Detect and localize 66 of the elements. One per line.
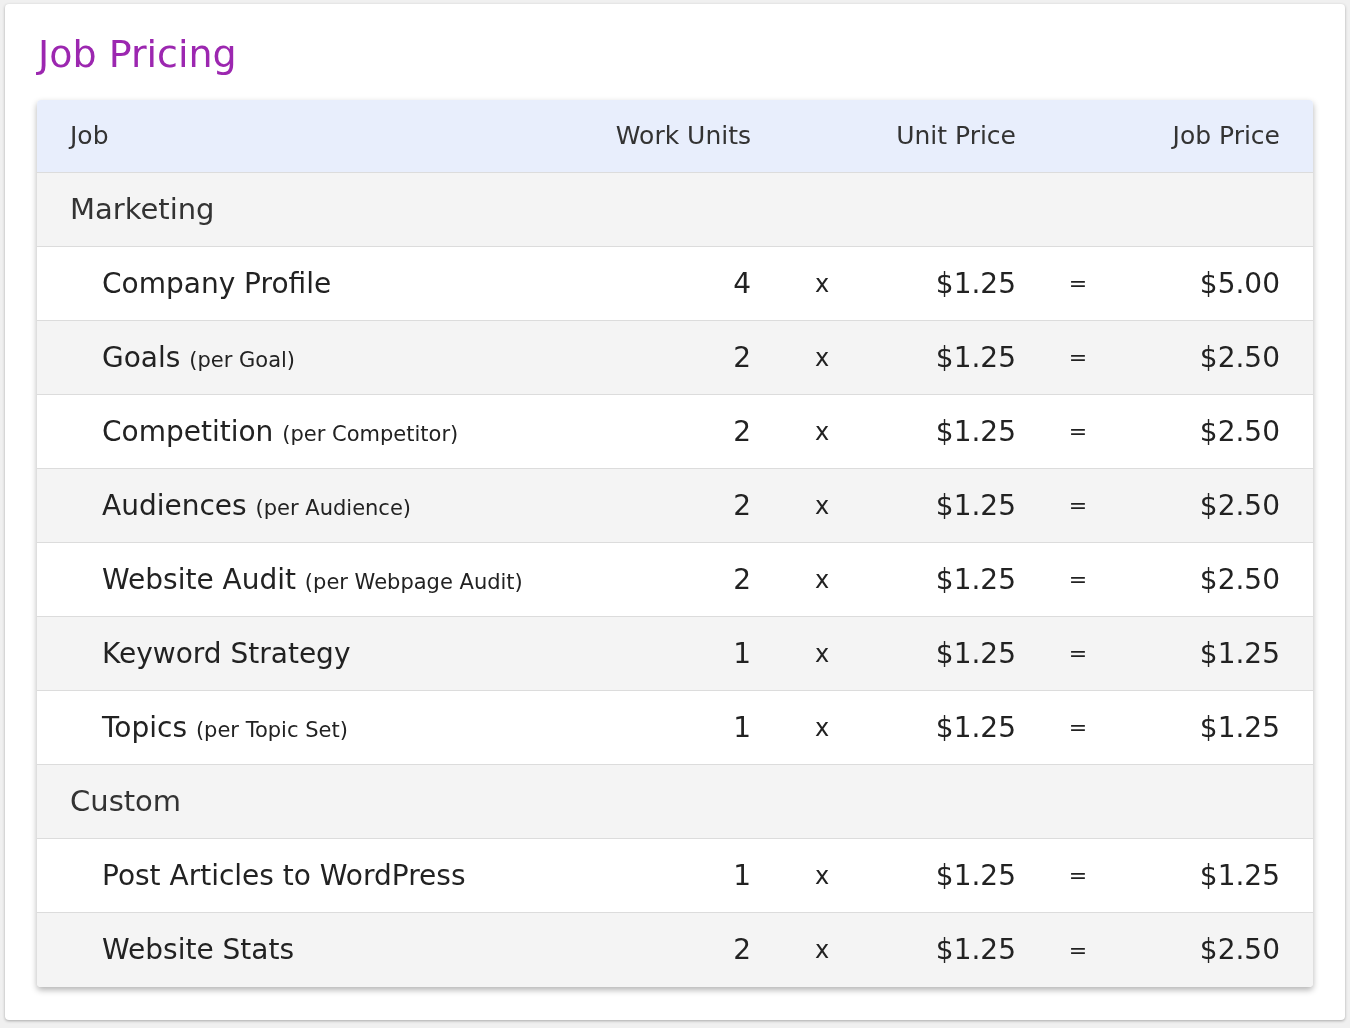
unit-price: $1.25 xyxy=(935,709,1016,746)
job-price: $2.50 xyxy=(1199,487,1280,524)
column-header: Job xyxy=(70,121,109,151)
job-name: Competition xyxy=(102,414,274,448)
job-price: $5.00 xyxy=(1199,265,1280,302)
work-units: 2 xyxy=(733,487,751,524)
work-units: 1 xyxy=(733,635,751,672)
job-name: Keyword Strategy xyxy=(102,636,351,670)
unit-price: $1.25 xyxy=(935,265,1016,302)
group-label: Marketing xyxy=(70,190,215,228)
times-sign: x xyxy=(814,416,830,448)
work-units: 4 xyxy=(733,265,751,302)
group-label: Custom xyxy=(70,782,182,820)
job-name: Website Stats xyxy=(102,933,294,966)
column-header: Job Price xyxy=(1172,120,1280,153)
times-sign: x xyxy=(814,342,830,374)
unit-price: $1.25 xyxy=(935,561,1016,598)
unit-price: $1.25 xyxy=(935,487,1016,524)
work-units: 1 xyxy=(733,709,751,746)
job-name: Audiences xyxy=(102,488,247,522)
job-note: (per Goal) xyxy=(189,347,296,372)
work-units: 2 xyxy=(733,339,751,376)
job-name: Website Audit xyxy=(102,562,296,596)
job-name: Goals xyxy=(102,340,181,374)
job-note: (per Webpage Audit) xyxy=(304,569,523,594)
times-sign: x xyxy=(814,564,830,596)
work-units: 2 xyxy=(733,413,751,450)
job-name: Post Articles to WordPress xyxy=(102,858,466,892)
times-sign: x xyxy=(814,860,830,892)
unit-price: $1.25 xyxy=(935,635,1016,672)
equals-sign: = xyxy=(1068,270,1088,298)
times-sign: x xyxy=(814,268,830,300)
job-price: $2.50 xyxy=(1199,339,1280,376)
work-units: 2 xyxy=(733,932,751,968)
times-sign: x xyxy=(814,490,830,522)
times-sign: x xyxy=(814,935,830,966)
equals-sign: = xyxy=(1068,418,1088,446)
job-price: $2.50 xyxy=(1199,932,1280,968)
times-sign: x xyxy=(814,712,830,744)
equals-sign: = xyxy=(1068,936,1088,965)
unit-price: $1.25 xyxy=(935,932,1016,968)
column-header: Unit Price xyxy=(896,120,1016,153)
column-header: Work Units xyxy=(615,120,751,153)
job-note: (per Competitor) xyxy=(282,421,459,446)
times-sign: x xyxy=(814,638,830,670)
job-price: $2.50 xyxy=(1199,413,1280,450)
job-price: $1.25 xyxy=(1199,709,1280,746)
job-name: Company Profile xyxy=(102,266,332,300)
job-note: (per Audience) xyxy=(255,495,412,520)
unit-price: $1.25 xyxy=(935,413,1016,450)
job-note: (per Topic Set) xyxy=(195,717,348,742)
page-title: Job Pricing xyxy=(38,31,237,78)
job-name: Topics xyxy=(102,710,187,744)
job-price: $1.25 xyxy=(1199,635,1280,672)
work-units: 2 xyxy=(733,561,751,598)
equals-sign: = xyxy=(1068,492,1088,520)
equals-sign: = xyxy=(1068,862,1088,890)
equals-sign: = xyxy=(1068,714,1088,742)
job-price: $1.25 xyxy=(1199,857,1280,894)
job-price: $2.50 xyxy=(1199,561,1280,598)
unit-price: $1.25 xyxy=(935,857,1016,894)
equals-sign: = xyxy=(1068,344,1088,372)
equals-sign: = xyxy=(1068,566,1088,594)
equals-sign: = xyxy=(1068,640,1088,668)
unit-price: $1.25 xyxy=(935,339,1016,376)
work-units: 1 xyxy=(733,857,751,894)
